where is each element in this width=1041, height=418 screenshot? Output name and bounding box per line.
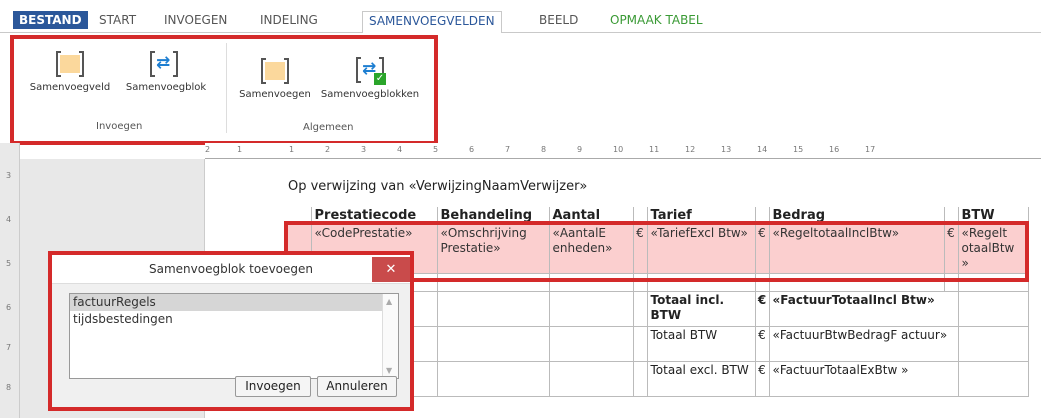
samenvoegblokken-button[interactable]: Samenvoegblokken: [317, 89, 423, 100]
samenvoegblokken-icon: ⇄ ✓: [356, 57, 386, 85]
list-item[interactable]: factuurRegels: [70, 294, 382, 311]
ruler-tick: 8: [541, 145, 547, 154]
scroll-down-icon[interactable]: ▼: [386, 366, 392, 375]
list-scrollbar[interactable]: ▲ ▼: [382, 294, 398, 378]
ruler-tick: 4: [6, 215, 12, 224]
ribbon-tab-bar: BESTAND START INVOEGEN INDELING SAMENVOE…: [0, 8, 1041, 34]
euro-cell: €: [754, 361, 770, 397]
euro-cell: €: [754, 326, 770, 362]
close-icon[interactable]: ✕: [372, 257, 410, 282]
total-label: Totaal BTW: [646, 326, 756, 362]
merge-block-list[interactable]: factuurRegels tijdsbestedingen ▲ ▼: [69, 293, 399, 379]
ruler-tick: 2: [325, 145, 331, 154]
ruler-tick: 11: [649, 145, 660, 154]
samenvoegen-icon: [261, 58, 289, 84]
tab-bestand[interactable]: BESTAND: [13, 11, 88, 29]
tab-invoegen[interactable]: INVOEGEN: [158, 12, 233, 32]
ruler-tick: 16: [829, 145, 840, 154]
dialog-body: factuurRegels tijdsbestedingen ▲ ▼ Invoe…: [52, 284, 410, 407]
annuleren-button[interactable]: Annuleren: [317, 376, 397, 397]
reference-line: Op verwijzing van «VerwijzingNaamVerwijz…: [288, 179, 588, 194]
tab-samenvoegvelden[interactable]: SAMENVOEGVELDEN: [362, 11, 502, 34]
horizontal-ruler[interactable]: 2 1 1 2 3 4 5 6 7 8 9 10 11 12 13 14 15 …: [205, 143, 1041, 159]
ruler-tick: 3: [6, 171, 12, 180]
ruler-tick: 5: [433, 145, 439, 154]
dialog-title: Samenvoegblok toevoegen: [52, 255, 410, 284]
group-divider: [226, 43, 227, 133]
merge-field-cell[interactable]: «FactuurTotaalExBtw »: [768, 361, 959, 397]
ruler-tick: 7: [6, 343, 12, 352]
ruler-tick: 2: [205, 145, 211, 154]
ruler-tick: 12: [685, 145, 696, 154]
ruler-tick: 14: [757, 145, 768, 154]
tab-indeling[interactable]: INDELING: [254, 12, 324, 32]
ruler-tick: 8: [6, 383, 12, 392]
merge-field-cell[interactable]: «FactuurBtwBedragF actuur»: [768, 326, 959, 362]
ruler-tick: 4: [397, 145, 403, 154]
tab-start[interactable]: START: [93, 12, 142, 32]
ruler-tick: 7: [505, 145, 511, 154]
ribbon: Samenvoegveld ⇄ Samenvoegblok Invoegen S…: [0, 33, 1041, 145]
ruler-tick: 3: [361, 145, 367, 154]
ruler-tick: 1: [237, 145, 243, 154]
vertical-ruler[interactable]: 3 4 5 6 7 8: [0, 143, 20, 418]
group-label-algemeen: Algemeen: [303, 122, 354, 133]
samenvoegblok-button[interactable]: Samenvoegblok: [120, 82, 212, 93]
ruler-tick: 13: [721, 145, 732, 154]
merge-field-cell[interactable]: «FactuurTotaalIncl Btw»: [768, 291, 959, 327]
ruler-tick: 1: [289, 145, 295, 154]
ruler-tick: 15: [793, 145, 804, 154]
ruler-tick: 5: [6, 259, 12, 268]
scroll-up-icon[interactable]: ▲: [386, 297, 392, 306]
ruler-tick: 6: [6, 303, 12, 312]
samenvoegblok-icon: ⇄: [150, 51, 178, 77]
total-label: Totaal excl. BTW: [646, 361, 756, 397]
ruler-tick: 9: [577, 145, 583, 154]
tab-beeld[interactable]: BEELD: [533, 12, 584, 32]
ruler-tick: 6: [469, 145, 475, 154]
total-label: Totaal incl. BTW: [646, 291, 756, 327]
tab-opmaak-tabel[interactable]: OPMAAK TABEL: [604, 12, 709, 32]
samenvoegveld-icon: [56, 51, 84, 77]
euro-cell: €: [754, 291, 770, 327]
invoegen-button[interactable]: Invoegen: [235, 376, 311, 397]
merge-block-dialog: Samenvoegblok toevoegen ✕ factuurRegels …: [48, 251, 414, 411]
list-item[interactable]: tijdsbestedingen: [70, 311, 398, 328]
samenvoegveld-button[interactable]: Samenvoegveld: [26, 82, 114, 93]
samenvoegen-button[interactable]: Samenvoegen: [234, 89, 316, 100]
ruler-tick: 10: [613, 145, 624, 154]
group-label-invoegen: Invoegen: [96, 121, 143, 132]
ruler-tick: 17: [865, 145, 876, 154]
